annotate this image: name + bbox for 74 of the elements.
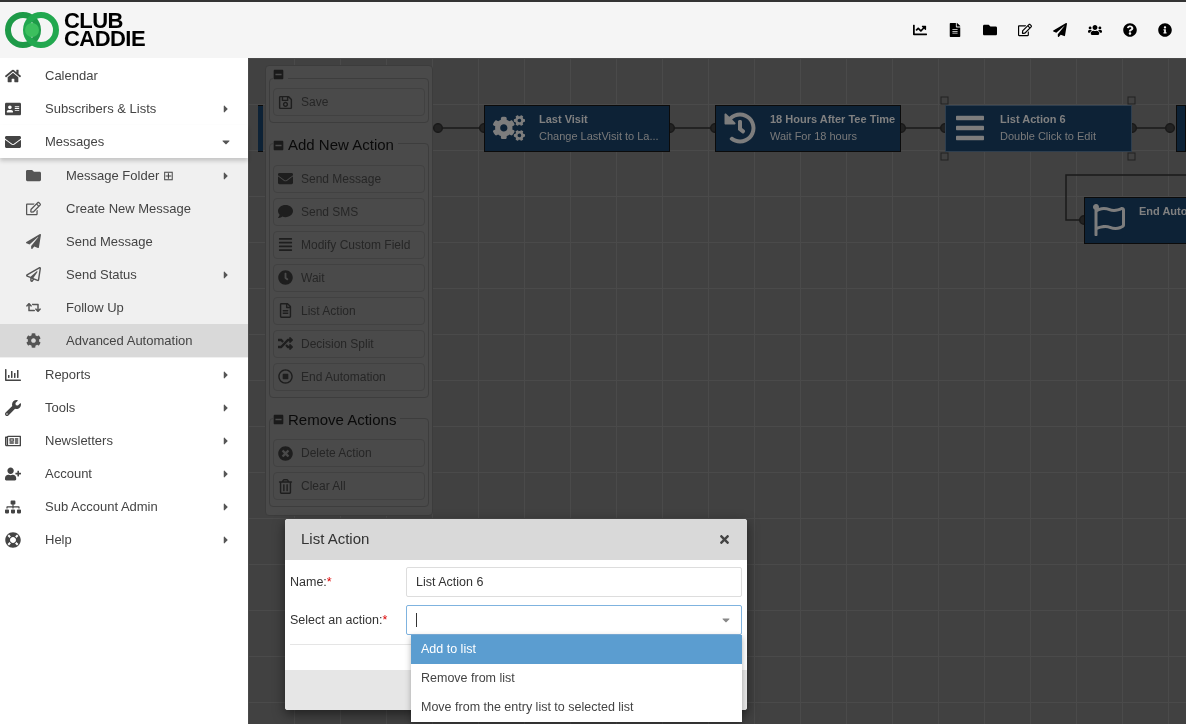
clock-icon <box>278 270 293 285</box>
name-field[interactable]: List Action 6 <box>406 567 742 597</box>
trash-icon <box>278 478 293 494</box>
submenu-item[interactable]: Send Message <box>0 225 248 258</box>
stop-icon <box>278 369 293 384</box>
sidebar-item[interactable]: Reports <box>0 358 248 391</box>
submenu-item[interactable]: Follow Up <box>0 291 248 324</box>
submenu-item[interactable]: Create New Message <box>0 192 248 225</box>
sidebar-item[interactable]: Newsletters <box>0 424 248 457</box>
sitemap-icon <box>5 498 21 515</box>
flag-icon <box>1093 204 1125 236</box>
flow-node[interactable]: Last Visit Change LastVisit to La... <box>484 105 670 152</box>
flow-node[interactable] <box>1176 105 1186 152</box>
sidebar-item[interactable]: Tools <box>0 391 248 424</box>
wrench-icon <box>5 399 21 416</box>
document-icon <box>278 303 293 318</box>
sidebar-item[interactable]: Account <box>0 457 248 490</box>
node-title: Last Visit <box>539 112 589 127</box>
node-subtitle: Double Click to Edit <box>1000 129 1096 144</box>
sidebar-item[interactable]: Subscribers & Lists <box>0 92 248 125</box>
users-icon[interactable] <box>1088 23 1102 37</box>
flow-node[interactable] <box>258 105 263 152</box>
delete-icon <box>278 445 293 461</box>
document-icon[interactable] <box>948 23 962 37</box>
lines-icon <box>278 237 293 252</box>
dropdown-option[interactable]: Move from the entry list to selected list <box>411 693 742 722</box>
flow-node[interactable]: List Action 6 Double Click to Edit <box>945 105 1132 152</box>
gears-icon <box>493 112 525 144</box>
home-icon <box>5 67 21 84</box>
field-label: Name:* <box>290 573 333 591</box>
submenu-item[interactable]: Message Folder ⊞ <box>0 159 248 192</box>
life-ring-icon <box>5 531 21 548</box>
logo-text: CADDIE <box>64 30 146 48</box>
submenu-item[interactable]: Send Status <box>0 258 248 291</box>
logo-text: CLUB <box>64 12 123 30</box>
field-label: Select an action:* <box>290 611 389 629</box>
paper-plane-outline-icon <box>26 267 41 282</box>
contact-card-icon <box>5 100 21 117</box>
line-chart-icon[interactable] <box>913 23 927 37</box>
flow-node[interactable]: 18 Hours After Tee Time Wait For 18 hours <box>715 105 901 152</box>
sidebar-item[interactable]: Help <box>0 523 248 556</box>
save-icon <box>278 94 293 110</box>
edit-icon <box>26 201 41 216</box>
node-subtitle: Wait For 18 hours <box>770 129 858 144</box>
close-icon[interactable] <box>718 533 731 546</box>
section-title: Remove Actions <box>288 409 397 430</box>
edit-icon[interactable] <box>1018 23 1032 37</box>
folder-icon <box>26 168 41 183</box>
repeat-icon <box>26 300 41 315</box>
bar-chart-icon <box>5 366 21 383</box>
clock-icon <box>724 112 756 144</box>
gear-icon <box>26 333 41 348</box>
sidebar-item[interactable]: Calendar <box>0 59 248 92</box>
info-icon[interactable] <box>1158 23 1172 37</box>
node-title: List Action 6 <box>1000 112 1067 127</box>
section-title: Add New Action <box>288 135 394 155</box>
paper-plane-icon <box>26 234 41 249</box>
sidebar-item[interactable]: Messages <box>0 125 248 158</box>
node-title: 18 Hours After Tee Time <box>770 112 896 127</box>
envelope-icon <box>278 171 293 186</box>
paper-plane-icon[interactable] <box>1053 23 1067 37</box>
logo-icon <box>4 10 60 50</box>
dialog-title: List Action <box>301 529 370 550</box>
dropdown-option[interactable]: Remove from list <box>411 664 742 693</box>
shuffle-icon <box>278 336 293 351</box>
add-user-icon <box>5 465 21 482</box>
help-icon[interactable] <box>1123 23 1137 37</box>
sidebar-item[interactable]: Sub Account Admin <box>0 490 248 523</box>
folder-icon[interactable] <box>983 23 997 37</box>
speech-bubble-icon <box>278 204 293 219</box>
action-select[interactable] <box>406 605 742 635</box>
node-subtitle: Change LastVisit to La... <box>539 129 659 144</box>
envelope-icon <box>5 133 21 150</box>
submenu-item[interactable]: Advanced Automation <box>0 324 248 357</box>
